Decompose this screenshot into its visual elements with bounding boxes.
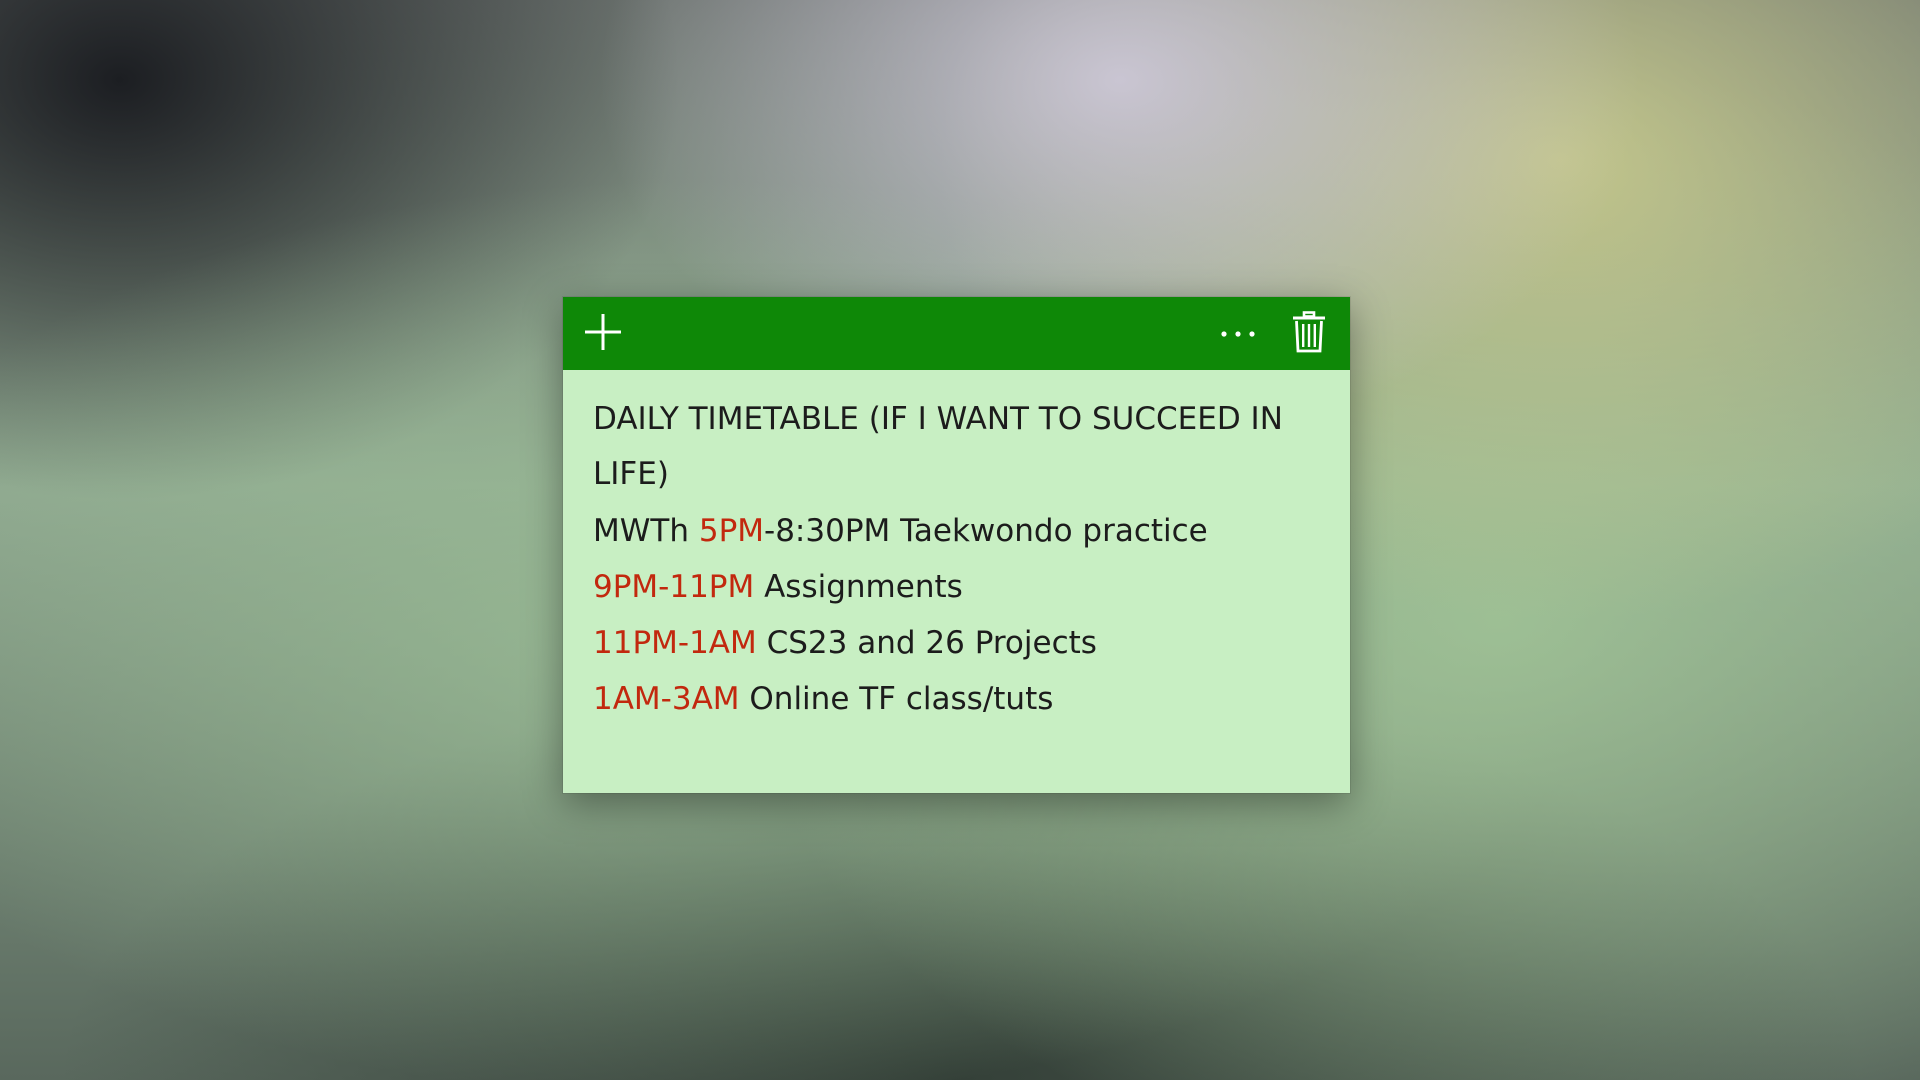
note-line: 9PM-11PM Assignments (593, 559, 1322, 615)
trash-icon (1292, 310, 1326, 357)
sticky-note-window[interactable]: DAILY TIMETABLE (IF I WANT TO SUCCEED IN… (563, 297, 1350, 793)
line-text: Online TF class/tuts (739, 681, 1054, 717)
note-title: DAILY TIMETABLE (IF I WANT TO SUCCEED IN… (593, 401, 1283, 492)
ellipsis-icon (1219, 324, 1257, 343)
note-line: 11PM-1AM CS23 and 26 Projects (593, 615, 1322, 671)
add-note-button[interactable] (573, 297, 633, 370)
note-line: MWTh 5PM-8:30PM Taekwondo practice (593, 503, 1322, 559)
plus-icon (583, 312, 623, 356)
line-text: CS23 and 26 Projects (756, 625, 1097, 661)
line-text: -8:30PM Taekwondo practice (764, 513, 1208, 549)
time-highlight: 9PM-11PM (593, 569, 755, 605)
line-prefix: MWTh (593, 513, 699, 549)
time-highlight: 11PM-1AM (593, 625, 757, 661)
delete-note-button[interactable] (1279, 297, 1339, 370)
more-options-button[interactable] (1208, 297, 1268, 370)
note-content[interactable]: DAILY TIMETABLE (IF I WANT TO SUCCEED IN… (563, 370, 1350, 727)
time-highlight: 1AM-3AM (593, 681, 740, 717)
note-line: 1AM-3AM Online TF class/tuts (593, 671, 1322, 727)
note-header-bar[interactable] (563, 297, 1350, 370)
line-text: Assignments (754, 569, 963, 605)
time-highlight: 5PM (698, 513, 765, 549)
